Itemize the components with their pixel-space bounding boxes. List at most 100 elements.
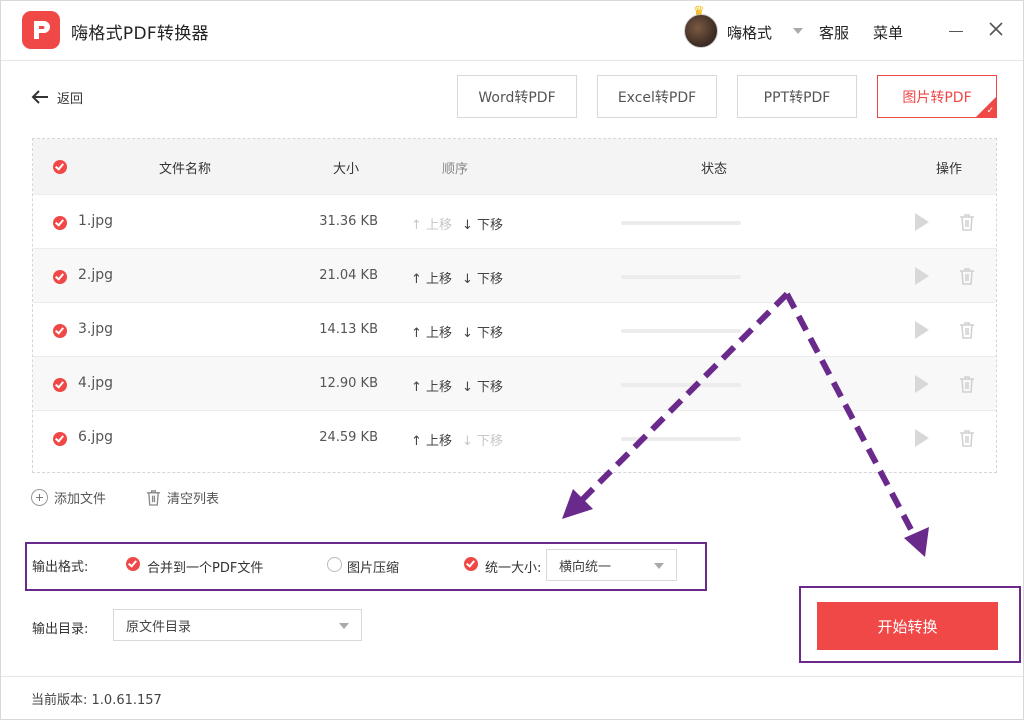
move-up-label: 上移 [426,380,453,395]
tab-ppt-to-pdf[interactable]: PPT转PDF [737,75,857,118]
tab-image-to-pdf-label: 图片转PDF [902,89,972,106]
merge-pdf-checkbox[interactable] [126,557,140,571]
compress-radio[interactable] [327,557,342,572]
delete-icon[interactable] [959,429,975,447]
checkmark-icon: ✓ [986,106,994,116]
user-dropdown-icon[interactable] [793,28,803,34]
table-row: 2.jpg 21.04 KB ↑ 上移 ↓ 下移 [33,248,996,302]
tab-word-to-pdf[interactable]: Word转PDF [457,75,577,118]
play-icon[interactable] [915,267,929,285]
delete-icon[interactable] [959,267,975,285]
version-number: 1.0.61.157 [91,693,162,708]
header-size: 大小 [333,162,360,177]
row-checkbox[interactable] [53,378,67,392]
move-down-label: 下移 [477,218,504,233]
move-up-button[interactable]: ↑ 上移 [411,268,452,287]
output-format-label: 输出格式: [32,560,89,575]
tab-excel-to-pdf[interactable]: Excel转PDF [597,75,717,118]
move-down-button[interactable]: ↓ 下移 [462,268,503,287]
unify-size-value: 横向统一 [559,559,612,575]
app-logo-icon [22,11,60,49]
back-button[interactable]: 返回 [31,87,83,107]
arrow-head-left [562,489,593,519]
move-up-label: 上移 [426,272,453,287]
version-text: 当前版本: 1.0.61.157 [31,689,162,708]
footer: 当前版本: 1.0.61.157 [1,676,1023,719]
progress-bar [621,329,741,333]
file-name: 3.jpg [78,321,114,337]
move-down-label: 下移 [477,434,504,449]
merge-pdf-label[interactable]: 合并到一个PDF文件 [147,557,263,576]
chevron-down-icon [339,623,349,629]
file-size: 14.13 KB [319,322,378,337]
file-name: 4.jpg [78,375,114,391]
add-icon [31,489,48,506]
compress-label[interactable]: 图片压缩 [347,557,399,576]
move-up-button[interactable]: ↑ 上移 [411,430,452,449]
row-checkbox[interactable] [53,216,67,230]
progress-bar [621,275,741,279]
arrow-head-right [904,527,929,557]
add-file-button[interactable]: 添加文件 [31,488,106,507]
move-up-label: 上移 [426,218,453,233]
menu-link[interactable]: 菜单 [873,22,903,43]
customer-service-link[interactable]: 客服 [819,22,849,43]
row-checkbox[interactable] [53,432,67,446]
output-dir-label: 输出目录: [32,622,89,637]
output-dir-value: 原文件目录 [126,619,192,635]
file-size: 21.04 KB [319,268,378,283]
header-status: 状态 [701,162,728,177]
play-icon[interactable] [915,213,929,231]
file-size: 31.36 KB [319,214,378,229]
progress-bar [621,221,741,225]
output-dir-select[interactable]: 原文件目录 [113,609,362,641]
move-down-label: 下移 [477,380,504,395]
move-down-label: 下移 [477,326,504,341]
unify-size-select[interactable]: 横向统一 [546,549,677,581]
close-icon[interactable] [987,20,1005,38]
move-up-button[interactable]: ↑ 上移 [411,322,452,341]
move-up-button[interactable]: ↑ 上移 [411,376,452,395]
move-down-label: 下移 [477,272,504,287]
move-down-button[interactable]: ↓ 下移 [462,430,503,449]
username[interactable]: 嗨格式 [727,22,772,43]
minimize-icon[interactable] [949,31,963,32]
move-down-button[interactable]: ↓ 下移 [462,214,503,233]
move-down-button[interactable]: ↓ 下移 [462,376,503,395]
chevron-down-icon [654,563,664,569]
row-checkbox[interactable] [53,270,67,284]
clear-list-button[interactable]: 清空列表 [146,488,219,507]
row-checkbox[interactable] [53,324,67,338]
file-size: 12.90 KB [319,376,378,391]
user-avatar[interactable] [684,14,718,48]
tab-image-to-pdf[interactable]: 图片转PDF ✓ [877,75,997,118]
table-row: 6.jpg 24.59 KB ↑ 上移 ↓ 下移 [33,410,996,464]
add-file-label: 添加文件 [54,492,107,507]
title-bar: 嗨格式PDF转换器 ♛ 嗨格式 客服 菜单 [1,1,1023,61]
table-row: 1.jpg 31.36 KB ↑ 上移 ↓ 下移 [33,194,996,248]
delete-icon[interactable] [959,213,975,231]
back-label: 返回 [57,91,84,107]
crown-icon: ♛ [693,4,705,19]
version-label: 当前版本: [31,693,88,708]
header-action: 操作 [936,162,963,177]
header-order: 顺序 [442,162,469,177]
unify-size-checkbox[interactable] [464,557,478,571]
file-name: 6.jpg [78,429,114,445]
trash-icon [146,490,161,506]
delete-icon[interactable] [959,321,975,339]
move-up-label: 上移 [426,434,453,449]
start-convert-button[interactable]: 开始转换 [817,602,998,650]
play-icon[interactable] [915,321,929,339]
play-icon[interactable] [915,429,929,447]
move-up-button[interactable]: ↑ 上移 [411,214,452,233]
file-table: 文件名称 大小 顺序 状态 操作 1.jpg 31.36 KB ↑ 上移 ↓ 下… [32,138,997,473]
delete-icon[interactable] [959,375,975,393]
unify-size-label: 统一大小: [485,561,542,576]
select-all-checkbox[interactable] [53,160,67,174]
play-icon[interactable] [915,375,929,393]
app-title: 嗨格式PDF转换器 [71,24,209,44]
table-header: 文件名称 大小 顺序 状态 操作 [33,139,996,194]
move-down-button[interactable]: ↓ 下移 [462,322,503,341]
clear-list-label: 清空列表 [167,492,220,507]
